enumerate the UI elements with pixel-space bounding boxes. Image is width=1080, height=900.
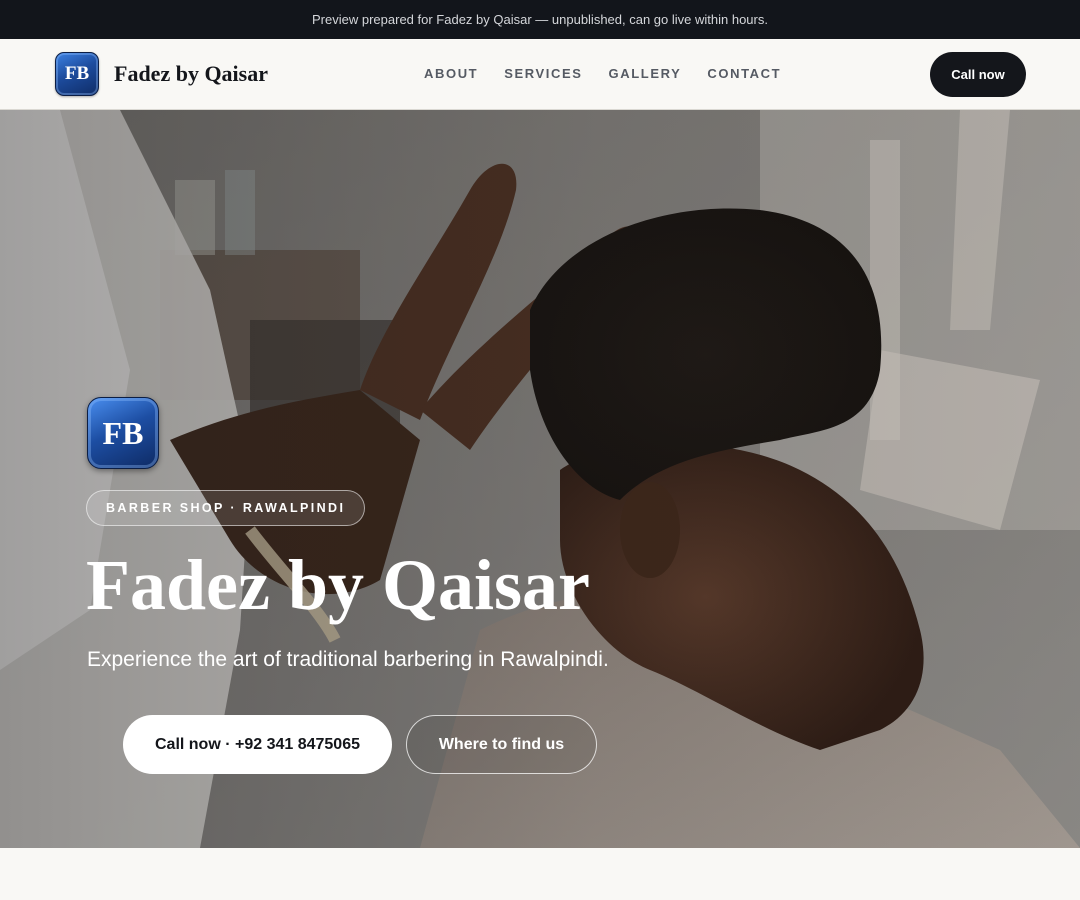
- preview-banner-text: Preview prepared for Fadez by Qaisar — u…: [312, 12, 768, 27]
- preview-banner: Preview prepared for Fadez by Qaisar — u…: [0, 0, 1080, 39]
- site-header: FB Fadez by Qaisar ABOUT SERVICES GALLER…: [0, 39, 1080, 110]
- logo-icon: FB: [55, 52, 99, 96]
- nav-link-gallery[interactable]: GALLERY: [609, 66, 682, 81]
- hero-location-button[interactable]: Where to find us: [406, 715, 597, 774]
- next-section: [0, 848, 1080, 900]
- brand-name: Fadez by Qaisar: [114, 61, 268, 86]
- hero-logo-icon: FB: [87, 397, 159, 469]
- hero: FB BARBER SHOP · RAWALPINDI Fadez by Qai…: [0, 110, 1080, 848]
- hero-badge: BARBER SHOP · RAWALPINDI: [86, 490, 366, 526]
- hero-call-button[interactable]: Call now · +92 341 8475065: [123, 715, 392, 774]
- nav-link-services[interactable]: SERVICES: [504, 66, 582, 81]
- brand[interactable]: FB Fadez by Qaisar: [55, 52, 268, 96]
- main-nav: ABOUT SERVICES GALLERY CONTACT: [424, 66, 807, 81]
- header-call-button[interactable]: Call now: [930, 52, 1026, 97]
- nav-link-about[interactable]: ABOUT: [424, 66, 478, 81]
- hero-subtitle: Experience the art of traditional barber…: [87, 648, 609, 671]
- hero-title: Fadez by Qaisar: [86, 545, 590, 625]
- nav-link-contact[interactable]: CONTACT: [707, 66, 781, 81]
